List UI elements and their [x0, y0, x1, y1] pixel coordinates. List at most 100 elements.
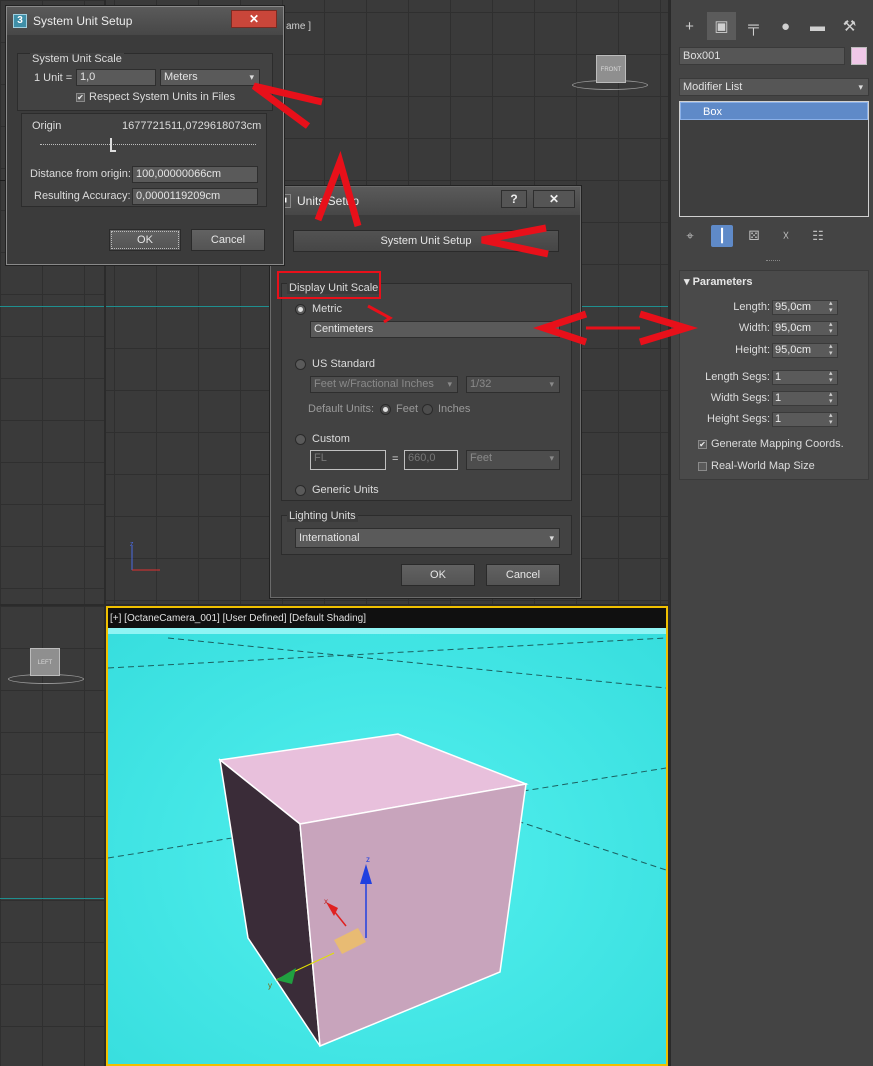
- motion-tab-icon[interactable]: ●: [771, 12, 800, 40]
- origin-group: Origin 1677721511,0729618073cm Distance …: [21, 113, 267, 207]
- length-spinner[interactable]: 95,0cm: [772, 300, 838, 315]
- svg-text:z: z: [366, 855, 370, 864]
- stack-toolbar: ⌖ ┃ ⚄ ☓ ☷: [679, 224, 869, 248]
- make-unique-icon[interactable]: ⚄: [743, 225, 765, 247]
- feet-label: Feet: [396, 403, 419, 415]
- default-units-label: Default Units:: [308, 403, 375, 415]
- ok-button[interactable]: OK: [109, 229, 181, 251]
- units-setup-titlebar[interactable]: ■ Units Setup ? ✕: [271, 187, 580, 215]
- close-button[interactable]: ✕: [533, 190, 575, 208]
- width-spinner[interactable]: 95,0cm: [772, 321, 838, 336]
- modifier-list-dropdown[interactable]: Modifier List: [679, 78, 869, 96]
- display-tab-icon[interactable]: ▬: [803, 12, 832, 40]
- object-name-field[interactable]: Box001: [679, 47, 845, 65]
- grid-axis-line: [0, 306, 104, 307]
- hierarchy-tab-icon[interactable]: ╤: [739, 12, 768, 40]
- distance-label: Distance from origin:: [30, 168, 131, 180]
- ok-button[interactable]: OK: [401, 564, 475, 586]
- unit-scale-input[interactable]: 1,0: [76, 69, 156, 86]
- origin-slider-handle[interactable]: [110, 138, 116, 152]
- system-unit-setup-button[interactable]: System Unit Setup: [293, 230, 559, 252]
- respect-system-units-checkbox[interactable]: ✔ Respect System Units in Files: [76, 91, 235, 103]
- modifier-stack: Box: [679, 101, 869, 217]
- length-segs-label: Length Segs:: [705, 371, 770, 383]
- object-color-swatch[interactable]: [851, 47, 867, 65]
- close-button[interactable]: ✕: [231, 10, 277, 28]
- grid-axis-line: [0, 898, 104, 899]
- viewcube-front[interactable]: FRONT: [596, 55, 626, 83]
- system-unit-setup-titlebar[interactable]: 3 System Unit Setup ✕: [7, 7, 283, 35]
- metric-units-dropdown[interactable]: Centimeters: [310, 321, 560, 338]
- units-setup-title: Units Setup: [297, 194, 360, 208]
- origin-label: Origin: [32, 120, 62, 132]
- length-segs-spinner[interactable]: 1: [772, 370, 838, 385]
- height-segs-spinner[interactable]: 1: [772, 412, 838, 427]
- lighting-units-dropdown[interactable]: International: [295, 528, 560, 548]
- help-button[interactable]: ?: [501, 190, 527, 208]
- generate-mapping-checkbox[interactable]: ✔ Generate Mapping Coords.: [698, 438, 844, 450]
- generic-units-radio[interactable]: [295, 485, 306, 496]
- configure-sets-icon[interactable]: ☷: [807, 225, 829, 247]
- viewport-label[interactable]: ame ]: [286, 21, 311, 32]
- utilities-tab-icon[interactable]: ⚒: [835, 12, 864, 40]
- pin-stack-icon[interactable]: ⌖: [679, 225, 701, 247]
- us-standard-label: US Standard: [312, 358, 375, 370]
- feet-radio[interactable]: [380, 404, 391, 415]
- cancel-button[interactable]: Cancel: [486, 564, 560, 586]
- origin-slider-track[interactable]: [40, 144, 256, 145]
- unit-equals-label: 1 Unit =: [34, 72, 73, 84]
- annotation-highlight-box: [277, 271, 381, 299]
- modifier-stack-item[interactable]: Box: [680, 102, 868, 120]
- perspective-viewport[interactable]: z x y [+] [OctaneCamera_001] [User Defin…: [106, 606, 668, 1066]
- generate-mapping-label: Generate Mapping Coords.: [711, 438, 844, 450]
- custom-radio[interactable]: [295, 434, 306, 445]
- metric-radio[interactable]: [295, 304, 306, 315]
- modify-tab-icon[interactable]: ▣: [707, 12, 736, 40]
- cancel-button[interactable]: Cancel: [191, 229, 265, 251]
- display-unit-scale-group: Display Unit Scale Metric Centimeters US…: [281, 282, 572, 501]
- inches-label: Inches: [438, 403, 471, 415]
- us-fraction-dropdown[interactable]: 1/32: [466, 376, 560, 393]
- svg-text:z: z: [130, 541, 134, 548]
- checkbox-checked-icon: ✔: [698, 439, 707, 449]
- lighting-units-group: Lighting Units International: [281, 510, 572, 555]
- system-unit-scale-group: System Unit Scale 1 Unit = 1,0 Meters ✔ …: [17, 53, 273, 111]
- distance-field[interactable]: 100,00000066cm: [132, 166, 258, 183]
- remove-modifier-icon[interactable]: ☓: [775, 225, 797, 247]
- checkbox-unchecked-icon: [698, 461, 707, 471]
- height-segs-label: Height Segs:: [707, 413, 770, 425]
- us-standard-dropdown[interactable]: Feet w/Fractional Inches: [310, 376, 458, 393]
- viewcube-left[interactable]: LEFT: [30, 648, 60, 676]
- custom-value-input[interactable]: 660,0: [404, 450, 458, 470]
- metric-label: Metric: [312, 303, 342, 315]
- generic-units-label: Generic Units: [312, 484, 379, 496]
- create-tab-icon[interactable]: +: [675, 12, 704, 40]
- parameters-rollout: ▾ Parameters Length: 95,0cm Width: 95,0c…: [679, 270, 869, 480]
- custom-name-input[interactable]: FL: [310, 450, 386, 470]
- command-panel-tabs: + ▣ ╤ ● ▬ ⚒: [675, 12, 870, 42]
- lighting-units-title: Lighting Units: [287, 510, 358, 522]
- show-end-result-icon[interactable]: ┃: [711, 225, 733, 247]
- width-segs-label: Width Segs:: [710, 392, 770, 404]
- custom-label: Custom: [312, 433, 350, 445]
- rollout-title-text: Parameters: [692, 276, 753, 288]
- rollout-title[interactable]: ▾ Parameters: [684, 275, 753, 288]
- accuracy-field[interactable]: 0,0000119209cm: [132, 188, 258, 205]
- unit-type-dropdown[interactable]: Meters: [160, 69, 260, 86]
- system-unit-setup-dialog: 3 System Unit Setup ✕ System Unit Scale …: [6, 6, 284, 265]
- inches-radio[interactable]: [422, 404, 433, 415]
- command-panel: + ▣ ╤ ● ▬ ⚒ Box001 Modifier List Box ⌖ ┃…: [670, 0, 873, 1066]
- system-unit-setup-title: System Unit Setup: [33, 14, 133, 28]
- panel-divider: [766, 260, 780, 261]
- custom-equals-label: =: [392, 453, 399, 465]
- left-viewport[interactable]: LEFT: [0, 606, 104, 1066]
- viewport-label[interactable]: [+] [OctaneCamera_001] [User Defined] [D…: [110, 613, 366, 624]
- custom-unit-dropdown[interactable]: Feet: [466, 450, 560, 470]
- real-world-map-size-label: Real-World Map Size: [711, 460, 815, 472]
- us-standard-radio[interactable]: [295, 359, 306, 370]
- width-segs-spinner[interactable]: 1: [772, 391, 838, 406]
- axis-tripod-icon: z: [130, 541, 160, 571]
- height-spinner[interactable]: 95,0cm: [772, 343, 838, 358]
- real-world-map-size-checkbox[interactable]: Real-World Map Size: [698, 460, 815, 472]
- respect-system-units-label: Respect System Units in Files: [89, 91, 236, 103]
